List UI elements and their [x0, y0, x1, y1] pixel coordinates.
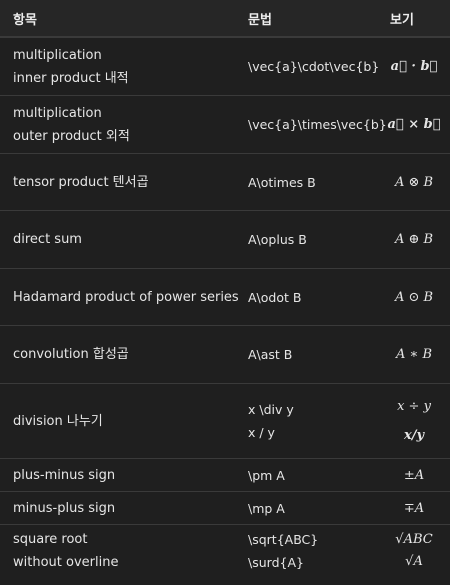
item-cell: multiplication outer product 외적 [0, 95, 236, 154]
item-text: plus-minus sign [13, 467, 116, 483]
item-text: Hadamard product of power series [13, 289, 239, 305]
example-text: √A [405, 554, 423, 569]
table-row: multiplication outer product 외적 \vec{a}\… [0, 95, 450, 154]
item-cell: multiplication inner product 내적 [0, 37, 236, 96]
example-stack: √ABC √A [378, 529, 450, 573]
example-cell: A ∗ B [378, 325, 450, 384]
syntax-cell: \mp A [236, 491, 378, 525]
example-text: A ⊕ B [394, 232, 434, 247]
syntax-text: \surd{A} [248, 555, 304, 570]
syntax-text: x \div y [248, 402, 294, 417]
item-text: inner product 내적 [13, 70, 129, 86]
item-text: division 나누기 [13, 413, 103, 429]
syntax-cell: \pm A [236, 458, 378, 492]
example-cell: ∓A [378, 491, 450, 525]
item-cell: convolution 합성곱 [0, 325, 236, 384]
header-row: 항목 문법 보기 [0, 0, 450, 38]
item-text: convolution 합성곱 [13, 347, 129, 362]
example-cell: A ⊙ B [378, 268, 450, 326]
item-cell: square root without overline [0, 525, 236, 578]
syntax-cell: \vec{a}\times\vec{b} [236, 95, 387, 154]
header-syntax: 문법 [236, 0, 378, 38]
syntax-text: A\odot B [248, 289, 302, 305]
syntax-text: A\oplus B [248, 232, 307, 247]
syntax-cell: A\otimes B [236, 153, 378, 211]
syntax-cell: \sqrt{ABC} \surd{A} [236, 525, 378, 578]
example-text: x/y [403, 428, 425, 443]
syntax-cell: A\ast B [236, 325, 378, 384]
syntax-text: A\otimes B [248, 174, 316, 190]
syntax-text: \sqrt{ABC} [248, 532, 319, 547]
item-cell: tensor product 텐서곱 [0, 153, 236, 211]
example-cell: x ÷ y x/y [378, 383, 450, 459]
example-text: x ÷ y [397, 399, 431, 414]
item-cell: Hadamard product of power series [0, 268, 239, 326]
example-stack: x ÷ y x/y [378, 399, 450, 443]
syntax-cell: A\odot B [236, 268, 378, 326]
table-row: plus-minus sign \pm A ±A [0, 458, 450, 492]
item-cell: plus-minus sign [0, 458, 236, 492]
syntax-text: \mp A [248, 500, 285, 516]
example-text: ∓A [403, 500, 425, 516]
syntax-text: \pm A [248, 467, 285, 483]
example-text: a⃗ · b⃗ [390, 59, 438, 74]
example-cell: a⃗ · b⃗ [378, 37, 450, 96]
table-row: multiplication inner product 내적 \vec{a}\… [0, 37, 450, 96]
example-text: ±A [403, 467, 425, 483]
example-cell: A ⊕ B [378, 210, 450, 269]
item-text: minus-plus sign [13, 500, 116, 516]
example-text: A ⊙ B [394, 289, 434, 305]
syntax-text: A\ast B [248, 347, 293, 362]
syntax-text: \vec{a}\cdot\vec{b} [248, 59, 380, 74]
item-cell: minus-plus sign [0, 491, 236, 525]
item-cell: division 나누기 [0, 383, 236, 459]
example-cell: ±A [378, 458, 450, 492]
table-row: direct sum A\oplus B A ⊕ B [0, 210, 450, 269]
syntax-cell: x \div y x / y [236, 383, 378, 459]
item-cell: direct sum [0, 210, 236, 269]
table-row: division 나누기 x \div y x / y x ÷ y x/y [0, 383, 450, 459]
example-cell: a⃗ × b⃗ [378, 95, 450, 154]
example-text: a⃗ × b⃗ [387, 117, 441, 132]
syntax-text: \vec{a}\times\vec{b} [248, 117, 387, 132]
header-example: 보기 [378, 0, 450, 38]
item-text: tensor product 텐서곱 [13, 174, 149, 190]
example-text: √ABC [395, 532, 433, 547]
item-text: outer product 외적 [13, 128, 130, 144]
table-row: convolution 합성곱 A\ast B A ∗ B [0, 325, 450, 384]
item-text: direct sum [13, 232, 82, 247]
table-row: Hadamard product of power series A\odot … [0, 268, 450, 326]
latex-operator-table: 항목 문법 보기 multiplication inner product 내적… [0, 0, 450, 577]
item-text: square root [13, 532, 88, 547]
syntax-text: x / y [248, 425, 275, 440]
item-text: multiplication [13, 105, 102, 121]
example-cell: √ABC √A [378, 525, 450, 578]
item-text: without overline [13, 555, 119, 570]
example-text: A ∗ B [395, 347, 433, 362]
item-text: multiplication [13, 47, 102, 63]
table-row: tensor product 텐서곱 A\otimes B A ⊗ B [0, 153, 450, 211]
example-cell: A ⊗ B [378, 153, 450, 211]
example-text: A ⊗ B [394, 174, 434, 190]
table-row: square root without overline \sqrt{ABC} … [0, 525, 450, 578]
syntax-cell: \vec{a}\cdot\vec{b} [236, 37, 380, 96]
syntax-cell: A\oplus B [236, 210, 378, 269]
header-item: 항목 [0, 0, 236, 38]
table-row: minus-plus sign \mp A ∓A [0, 491, 450, 525]
